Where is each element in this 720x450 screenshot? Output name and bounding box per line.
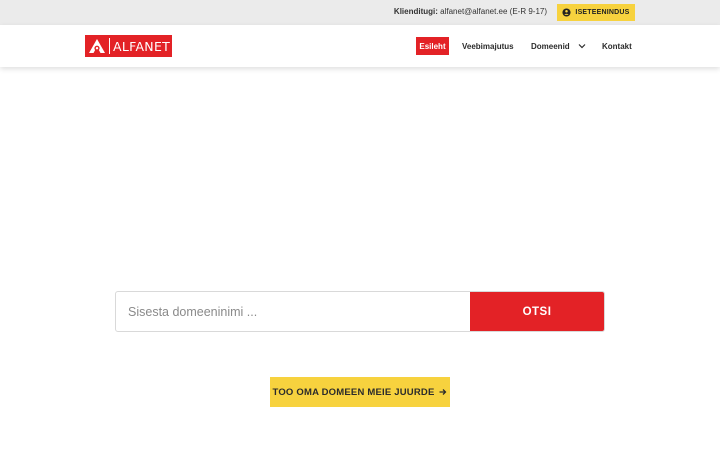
arrow-right-icon [439, 389, 447, 395]
chevron-down-icon [578, 44, 586, 49]
top-bar: Klienditugi: alfanet@alfanet.ee (E-R 9-1… [0, 0, 720, 25]
user-circle-icon [562, 8, 571, 17]
nav-item-domains[interactable]: Domeenid [531, 37, 586, 55]
nav-item-home[interactable]: Esileht [416, 37, 449, 55]
logo-divider [109, 38, 110, 54]
support-label: Klienditugi: [393, 7, 438, 16]
domain-search: OTSI [115, 291, 605, 332]
logo-mark-icon [85, 35, 109, 57]
logo-text: ALFANET [113, 38, 171, 54]
nav-item-label: Kontakt [602, 41, 632, 51]
header: ALFANET Esileht Veebimajutus Domeenid Ko… [0, 25, 720, 67]
self-service-label: ISETEENINDUS [575, 9, 630, 16]
nav-item-label: Veebimajutus [462, 41, 514, 51]
nav-item-label: Esileht [419, 41, 446, 51]
self-service-button[interactable]: ISETEENINDUS [557, 4, 635, 21]
nav-item-hosting[interactable]: Veebimajutus [462, 37, 514, 55]
support-info: Klienditugi: alfanet@alfanet.ee (E-R 9-1… [394, 7, 547, 16]
transfer-domain-button[interactable]: TOO OMA DOMEEN MEIE JUURDE [270, 377, 450, 407]
domain-search-input[interactable] [116, 292, 470, 331]
support-contact[interactable]: alfanet@alfanet.ee (E-R 9-17) [440, 7, 547, 16]
transfer-domain-label: TOO OMA DOMEEN MEIE JUURDE [272, 386, 435, 398]
nav-item-contact[interactable]: Kontakt [602, 37, 632, 55]
search-button[interactable]: OTSI [470, 292, 604, 331]
alfanet-logo[interactable]: ALFANET [85, 35, 172, 57]
nav-item-label: Domeenid [531, 41, 570, 51]
